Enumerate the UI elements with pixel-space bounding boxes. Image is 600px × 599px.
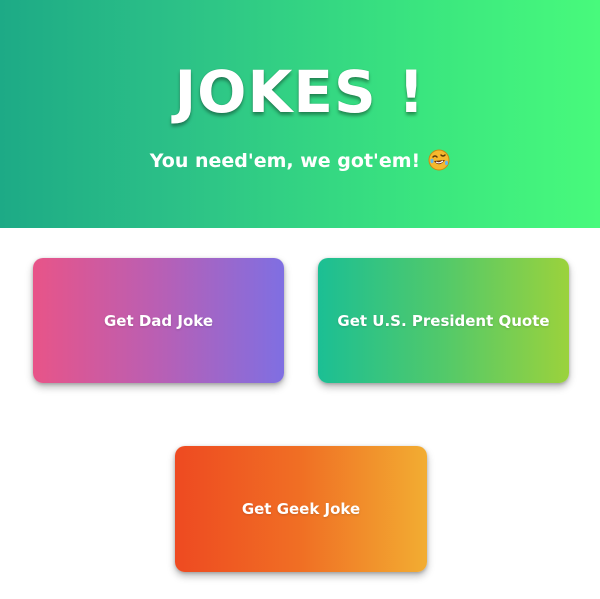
jokes-page: JOKES ! You need'em, we got'em! Get Dad … (0, 0, 600, 599)
hero-banner: JOKES ! You need'em, we got'em! (0, 0, 600, 228)
get-president-quote-button[interactable]: Get U.S. President Quote (318, 258, 569, 383)
get-geek-joke-button[interactable]: Get Geek Joke (175, 446, 427, 572)
subtitle-text: You need'em, we got'em! (149, 150, 421, 172)
get-dad-joke-button[interactable]: Get Dad Joke (33, 258, 284, 383)
page-subtitle: You need'em, we got'em! (0, 148, 600, 174)
laughing-emoji-icon (428, 149, 450, 171)
page-title: JOKES ! (174, 58, 426, 126)
